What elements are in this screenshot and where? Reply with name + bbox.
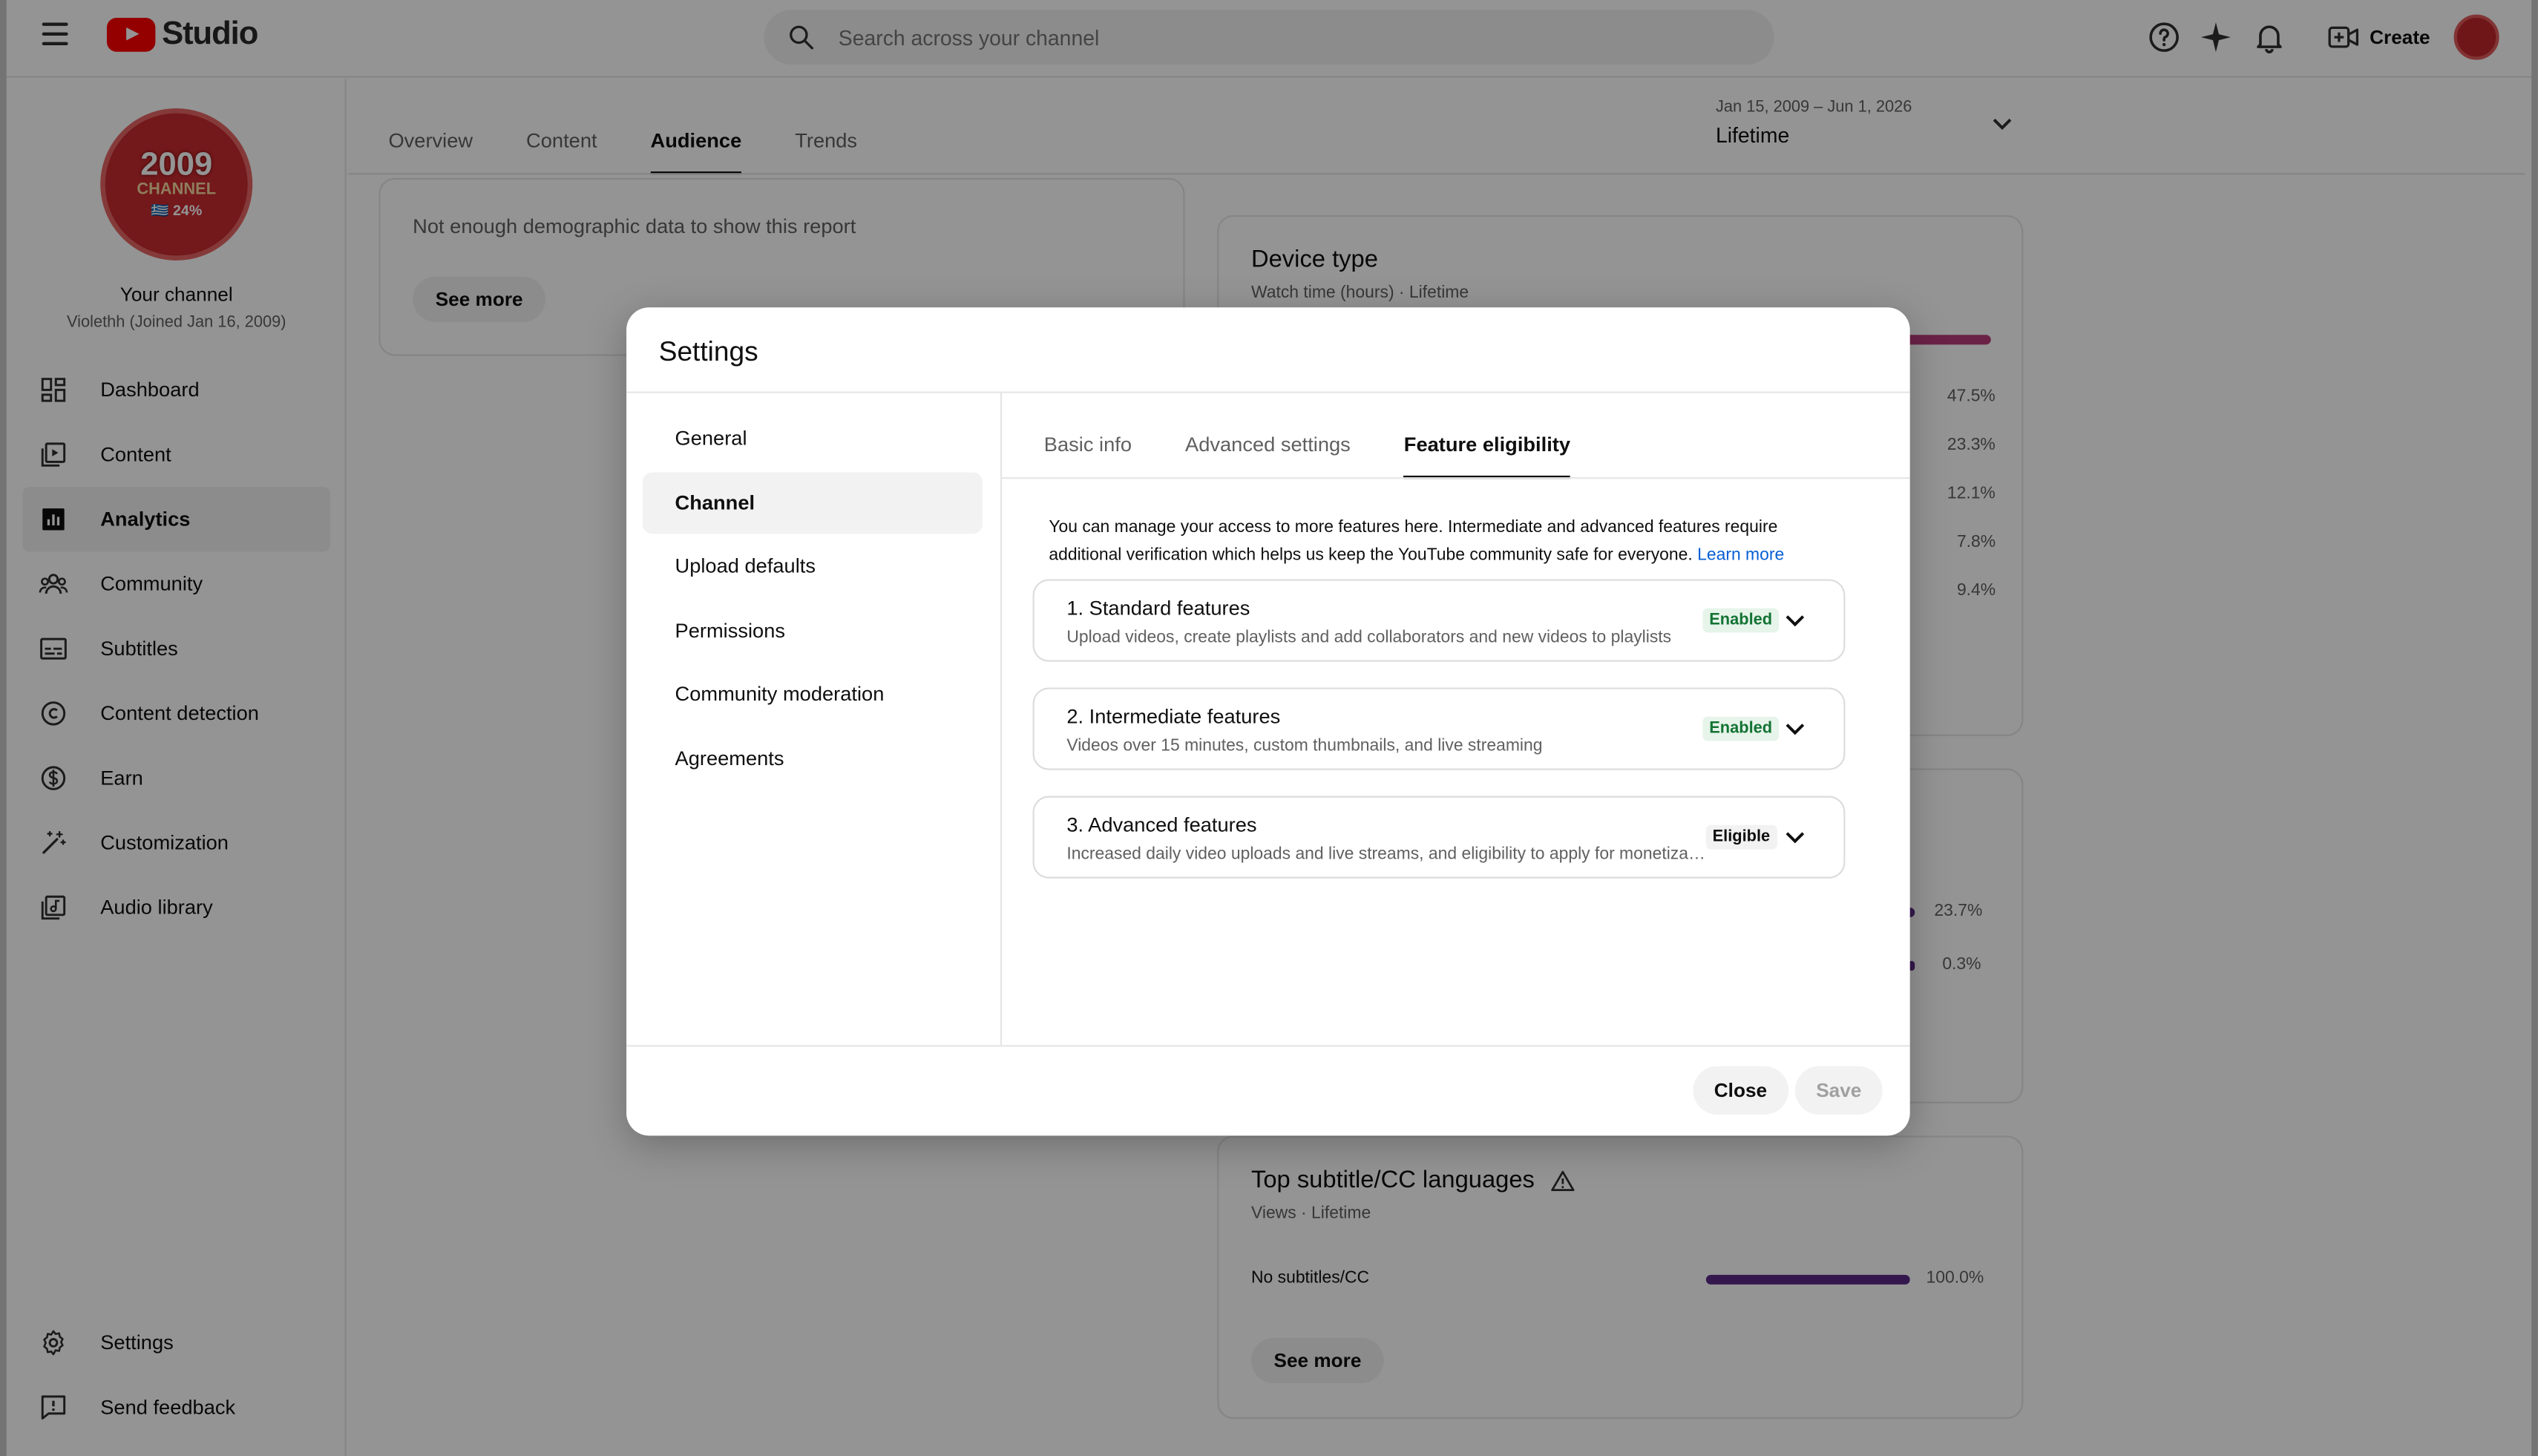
feature-eligibility-description: You can manage your access to more featu… — [1049, 514, 1826, 568]
status-badge: Enabled — [1702, 716, 1779, 741]
standard-features-row[interactable]: 1. Standard features Upload videos, crea… — [1032, 579, 1846, 662]
feature-title: 3. Advanced features — [1066, 813, 1257, 837]
dialog-footer-divider — [626, 1045, 1910, 1047]
close-button[interactable]: Close — [1693, 1066, 1788, 1115]
settings-nav-general[interactable]: General — [643, 407, 983, 469]
feature-description: Videos over 15 minutes, custom thumbnail… — [1066, 735, 1543, 756]
chevron-down-icon[interactable] — [1784, 613, 1807, 629]
settings-nav-channel[interactable]: Channel — [642, 471, 983, 534]
tab-feature-eligibility[interactable]: Feature eligibility — [1403, 414, 1570, 479]
dialog-header-divider — [626, 391, 1910, 393]
feature-title: 2. Intermediate features — [1066, 705, 1281, 728]
feature-description: Increased daily video uploads and live s… — [1066, 844, 1706, 865]
tab-basic-info[interactable]: Basic info — [1044, 414, 1132, 479]
studio-app: Studio Create 2009 CHANNEL 🇬🇷 24% Your c… — [0, 0, 2538, 1456]
settings-dialog: Settings General Channel Upload defaults… — [626, 307, 1910, 1136]
feature-title: 1. Standard features — [1066, 597, 1250, 620]
settings-nav-permissions[interactable]: Permissions — [643, 600, 983, 661]
dialog-title: Settings — [658, 336, 758, 367]
status-badge: Eligible — [1705, 824, 1777, 850]
chevron-down-icon[interactable] — [1784, 721, 1807, 738]
description-text: You can manage your access to more featu… — [1049, 517, 1778, 564]
settings-nav-community-moderation[interactable]: Community moderation — [643, 663, 983, 725]
status-badge: Enabled — [1702, 608, 1779, 633]
chevron-down-icon[interactable] — [1784, 830, 1807, 846]
advanced-features-row[interactable]: 3. Advanced features Increased daily vid… — [1032, 796, 1846, 879]
channel-settings-tabs: Basic info Advanced settings Feature eli… — [1044, 414, 1624, 479]
feature-description: Upload videos, create playlists and add … — [1066, 627, 1672, 647]
dialog-tabs-divider — [1002, 477, 1910, 479]
settings-nav-upload-defaults[interactable]: Upload defaults — [643, 536, 983, 597]
settings-nav-agreements[interactable]: Agreements — [643, 727, 983, 789]
save-button[interactable]: Save — [1794, 1066, 1883, 1115]
tab-advanced-settings[interactable]: Advanced settings — [1185, 414, 1351, 479]
dialog-vertical-divider — [1000, 393, 1003, 1046]
settings-nav: General Channel Upload defaults Permissi… — [642, 407, 983, 791]
intermediate-features-row[interactable]: 2. Intermediate features Videos over 15 … — [1032, 687, 1846, 770]
learn-more-link[interactable]: Learn more — [1697, 545, 1784, 564]
